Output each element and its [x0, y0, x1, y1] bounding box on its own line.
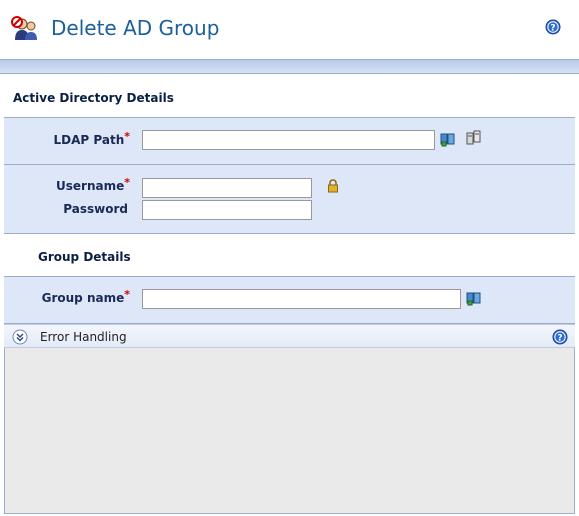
- username-input[interactable]: [142, 178, 312, 198]
- page-header: Delete AD Group ?: [0, 0, 579, 60]
- required-mark: *: [124, 288, 130, 301]
- section-heading-ad-details: Active Directory Details: [13, 91, 174, 105]
- ldap-path-label: LDAP Path*: [53, 130, 130, 147]
- required-mark: *: [124, 176, 130, 189]
- section-heading-group-details: Group Details: [38, 250, 131, 264]
- ldap-path-input[interactable]: [142, 130, 435, 150]
- address-book-icon[interactable]: [466, 290, 482, 306]
- help-icon[interactable]: ?: [552, 329, 568, 345]
- required-mark: *: [124, 130, 130, 143]
- address-book-icon[interactable]: [440, 131, 456, 147]
- lock-icon[interactable]: [327, 179, 339, 193]
- group-name-label: Group name*: [41, 288, 130, 305]
- credentials-panel: Username* Password: [4, 165, 575, 234]
- header-band: [0, 60, 579, 74]
- svg-text:?: ?: [550, 24, 555, 34]
- group-name-panel: Group name*: [4, 277, 575, 324]
- ldap-panel: LDAP Path*: [4, 118, 575, 165]
- group-name-input[interactable]: [142, 289, 461, 309]
- error-handling-bar[interactable]: Error Handling ?: [4, 324, 575, 348]
- password-input[interactable]: [142, 200, 312, 220]
- chevron-double-down-icon[interactable]: [12, 329, 28, 345]
- page-title: Delete AD Group: [51, 16, 220, 40]
- username-label: Username*: [56, 176, 130, 193]
- error-handling-label: Error Handling: [40, 330, 127, 344]
- section-ad-details: Active Directory Details: [4, 74, 575, 118]
- directory-servers-icon[interactable]: [465, 129, 483, 147]
- section-group-details: Group Details: [4, 234, 575, 277]
- delete-group-icon: [11, 16, 37, 40]
- help-icon[interactable]: ?: [545, 19, 561, 35]
- svg-text:?: ?: [557, 334, 562, 344]
- password-label: Password: [63, 202, 128, 216]
